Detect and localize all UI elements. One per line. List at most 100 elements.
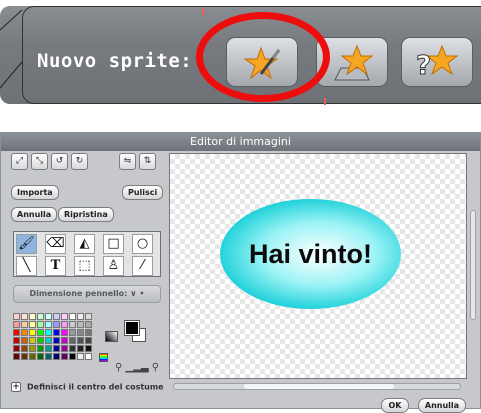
- palette-swatch[interactable]: [69, 353, 76, 360]
- set-center-icon: +: [11, 382, 21, 392]
- canvas-ellipse: Hai vinto!: [220, 199, 401, 309]
- palette-swatch[interactable]: [13, 353, 20, 360]
- palette-swatch[interactable]: [37, 313, 44, 320]
- palette-swatch[interactable]: [29, 345, 36, 352]
- brush-size-selector[interactable]: Dimensione pennello: ∨ •: [13, 285, 161, 303]
- palette-swatch[interactable]: [61, 329, 68, 336]
- palette-swatch[interactable]: [61, 353, 68, 360]
- palette-swatch[interactable]: [29, 329, 36, 336]
- undo-button[interactable]: Annulla: [11, 207, 58, 222]
- palette-swatch[interactable]: [77, 337, 84, 344]
- palette-swatch[interactable]: [69, 313, 76, 320]
- palette-swatch[interactable]: [45, 345, 52, 352]
- palette-swatch[interactable]: [85, 353, 92, 360]
- rotate-ccw-icon[interactable]: ↺: [51, 153, 68, 170]
- foreground-color-swatch[interactable]: [124, 320, 140, 336]
- palette-swatch[interactable]: [29, 353, 36, 360]
- palette-swatch[interactable]: [37, 329, 44, 336]
- drawing-canvas[interactable]: Hai vinto!: [169, 153, 467, 379]
- scrollbar-thumb[interactable]: [244, 384, 394, 389]
- palette-swatch[interactable]: [61, 345, 68, 352]
- palette-swatch[interactable]: [53, 321, 60, 328]
- palette-swatch[interactable]: [85, 329, 92, 336]
- palette-swatch[interactable]: [21, 345, 28, 352]
- palette-swatch[interactable]: [45, 353, 52, 360]
- palette-swatch[interactable]: [13, 345, 20, 352]
- palette-swatch[interactable]: [53, 337, 60, 344]
- clear-button[interactable]: Pulisci: [122, 185, 164, 200]
- cancel-button[interactable]: Annulla: [418, 398, 466, 413]
- stamp-tool-icon[interactable]: ♙: [103, 256, 124, 276]
- palette-swatch[interactable]: [21, 337, 28, 344]
- new-sprite-label: Nuovo sprite:: [37, 50, 193, 72]
- ellipse-tool-icon[interactable]: ○: [132, 234, 153, 254]
- palette-swatch[interactable]: [45, 321, 52, 328]
- eraser-tool-icon[interactable]: ⌫: [45, 234, 66, 254]
- shrink-icon[interactable]: ⤡: [31, 153, 48, 170]
- palette-swatch[interactable]: [13, 321, 20, 328]
- palette-swatch[interactable]: [45, 329, 52, 336]
- palette-swatch[interactable]: [61, 337, 68, 344]
- ok-button[interactable]: OK: [381, 398, 409, 413]
- vertical-scrollbar[interactable]: [470, 210, 476, 320]
- palette-swatch[interactable]: [29, 313, 36, 320]
- eyedropper-tool-icon[interactable]: ⁄: [132, 256, 153, 276]
- palette-swatch[interactable]: [69, 345, 76, 352]
- flip-vertical-icon[interactable]: ⇅: [139, 153, 156, 170]
- palette-swatch[interactable]: [45, 337, 52, 344]
- palette-swatch[interactable]: [77, 313, 84, 320]
- random-sprite-button[interactable]: ?: [401, 37, 473, 87]
- line-tool-icon[interactable]: ╲: [16, 256, 37, 276]
- import-button[interactable]: Importa: [11, 185, 59, 200]
- color-wheel-swatch[interactable]: [99, 353, 108, 362]
- palette-swatch[interactable]: [69, 329, 76, 336]
- grow-icon[interactable]: ⤢: [11, 153, 28, 170]
- palette-swatch[interactable]: [77, 329, 84, 336]
- palette-swatch[interactable]: [77, 321, 84, 328]
- redo-button[interactable]: Ripristina: [58, 207, 114, 222]
- palette-swatch[interactable]: [85, 313, 92, 320]
- palette-swatch[interactable]: [21, 313, 28, 320]
- palette-swatch[interactable]: [21, 321, 28, 328]
- palette-swatch[interactable]: [37, 353, 44, 360]
- red-mark: [324, 98, 326, 105]
- palette-swatch[interactable]: [53, 313, 60, 320]
- palette-swatch[interactable]: [37, 321, 44, 328]
- horizontal-scrollbar[interactable]: [173, 383, 461, 390]
- palette-swatch[interactable]: [61, 313, 68, 320]
- highlight-circle: [196, 12, 330, 102]
- palette-swatch[interactable]: [85, 345, 92, 352]
- palette-swatch[interactable]: [13, 313, 20, 320]
- flip-horizontal-icon[interactable]: ⇋: [119, 153, 136, 170]
- palette-swatch[interactable]: [37, 337, 44, 344]
- palette-swatch[interactable]: [13, 329, 20, 336]
- palette-swatch[interactable]: [77, 353, 84, 360]
- palette-swatch[interactable]: [37, 345, 44, 352]
- paintbrush-tool-icon[interactable]: 🖌: [16, 234, 37, 254]
- set-center-label: Definisci il centro del costume: [27, 382, 164, 392]
- palette-swatch[interactable]: [13, 337, 20, 344]
- palette-swatch[interactable]: [53, 329, 60, 336]
- gradient-swatch[interactable]: [105, 331, 118, 342]
- palette-swatch[interactable]: [45, 313, 52, 320]
- palette-swatch[interactable]: [29, 321, 36, 328]
- editor-title: Editor di immagini: [1, 133, 480, 151]
- palette-swatch[interactable]: [21, 353, 28, 360]
- text-tool-icon[interactable]: T: [45, 256, 66, 276]
- palette-swatch[interactable]: [69, 337, 76, 344]
- rotate-cw-icon[interactable]: ↻: [71, 153, 88, 170]
- palette-swatch[interactable]: [77, 345, 84, 352]
- zoom-controls[interactable]: ⚲ ▁▂▃ ⚲: [115, 362, 159, 373]
- palette-swatch[interactable]: [53, 353, 60, 360]
- select-tool-icon[interactable]: ⬚: [74, 256, 95, 276]
- palette-swatch[interactable]: [29, 337, 36, 344]
- palette-swatch[interactable]: [53, 345, 60, 352]
- palette-swatch[interactable]: [85, 321, 92, 328]
- rectangle-tool-icon[interactable]: □: [103, 234, 124, 254]
- fill-tool-icon[interactable]: ◭: [74, 234, 95, 254]
- palette-swatch[interactable]: [61, 321, 68, 328]
- set-center-control[interactable]: + Definisci il centro del costume: [11, 382, 164, 392]
- palette-swatch[interactable]: [21, 329, 28, 336]
- palette-swatch[interactable]: [69, 321, 76, 328]
- palette-swatch[interactable]: [85, 337, 92, 344]
